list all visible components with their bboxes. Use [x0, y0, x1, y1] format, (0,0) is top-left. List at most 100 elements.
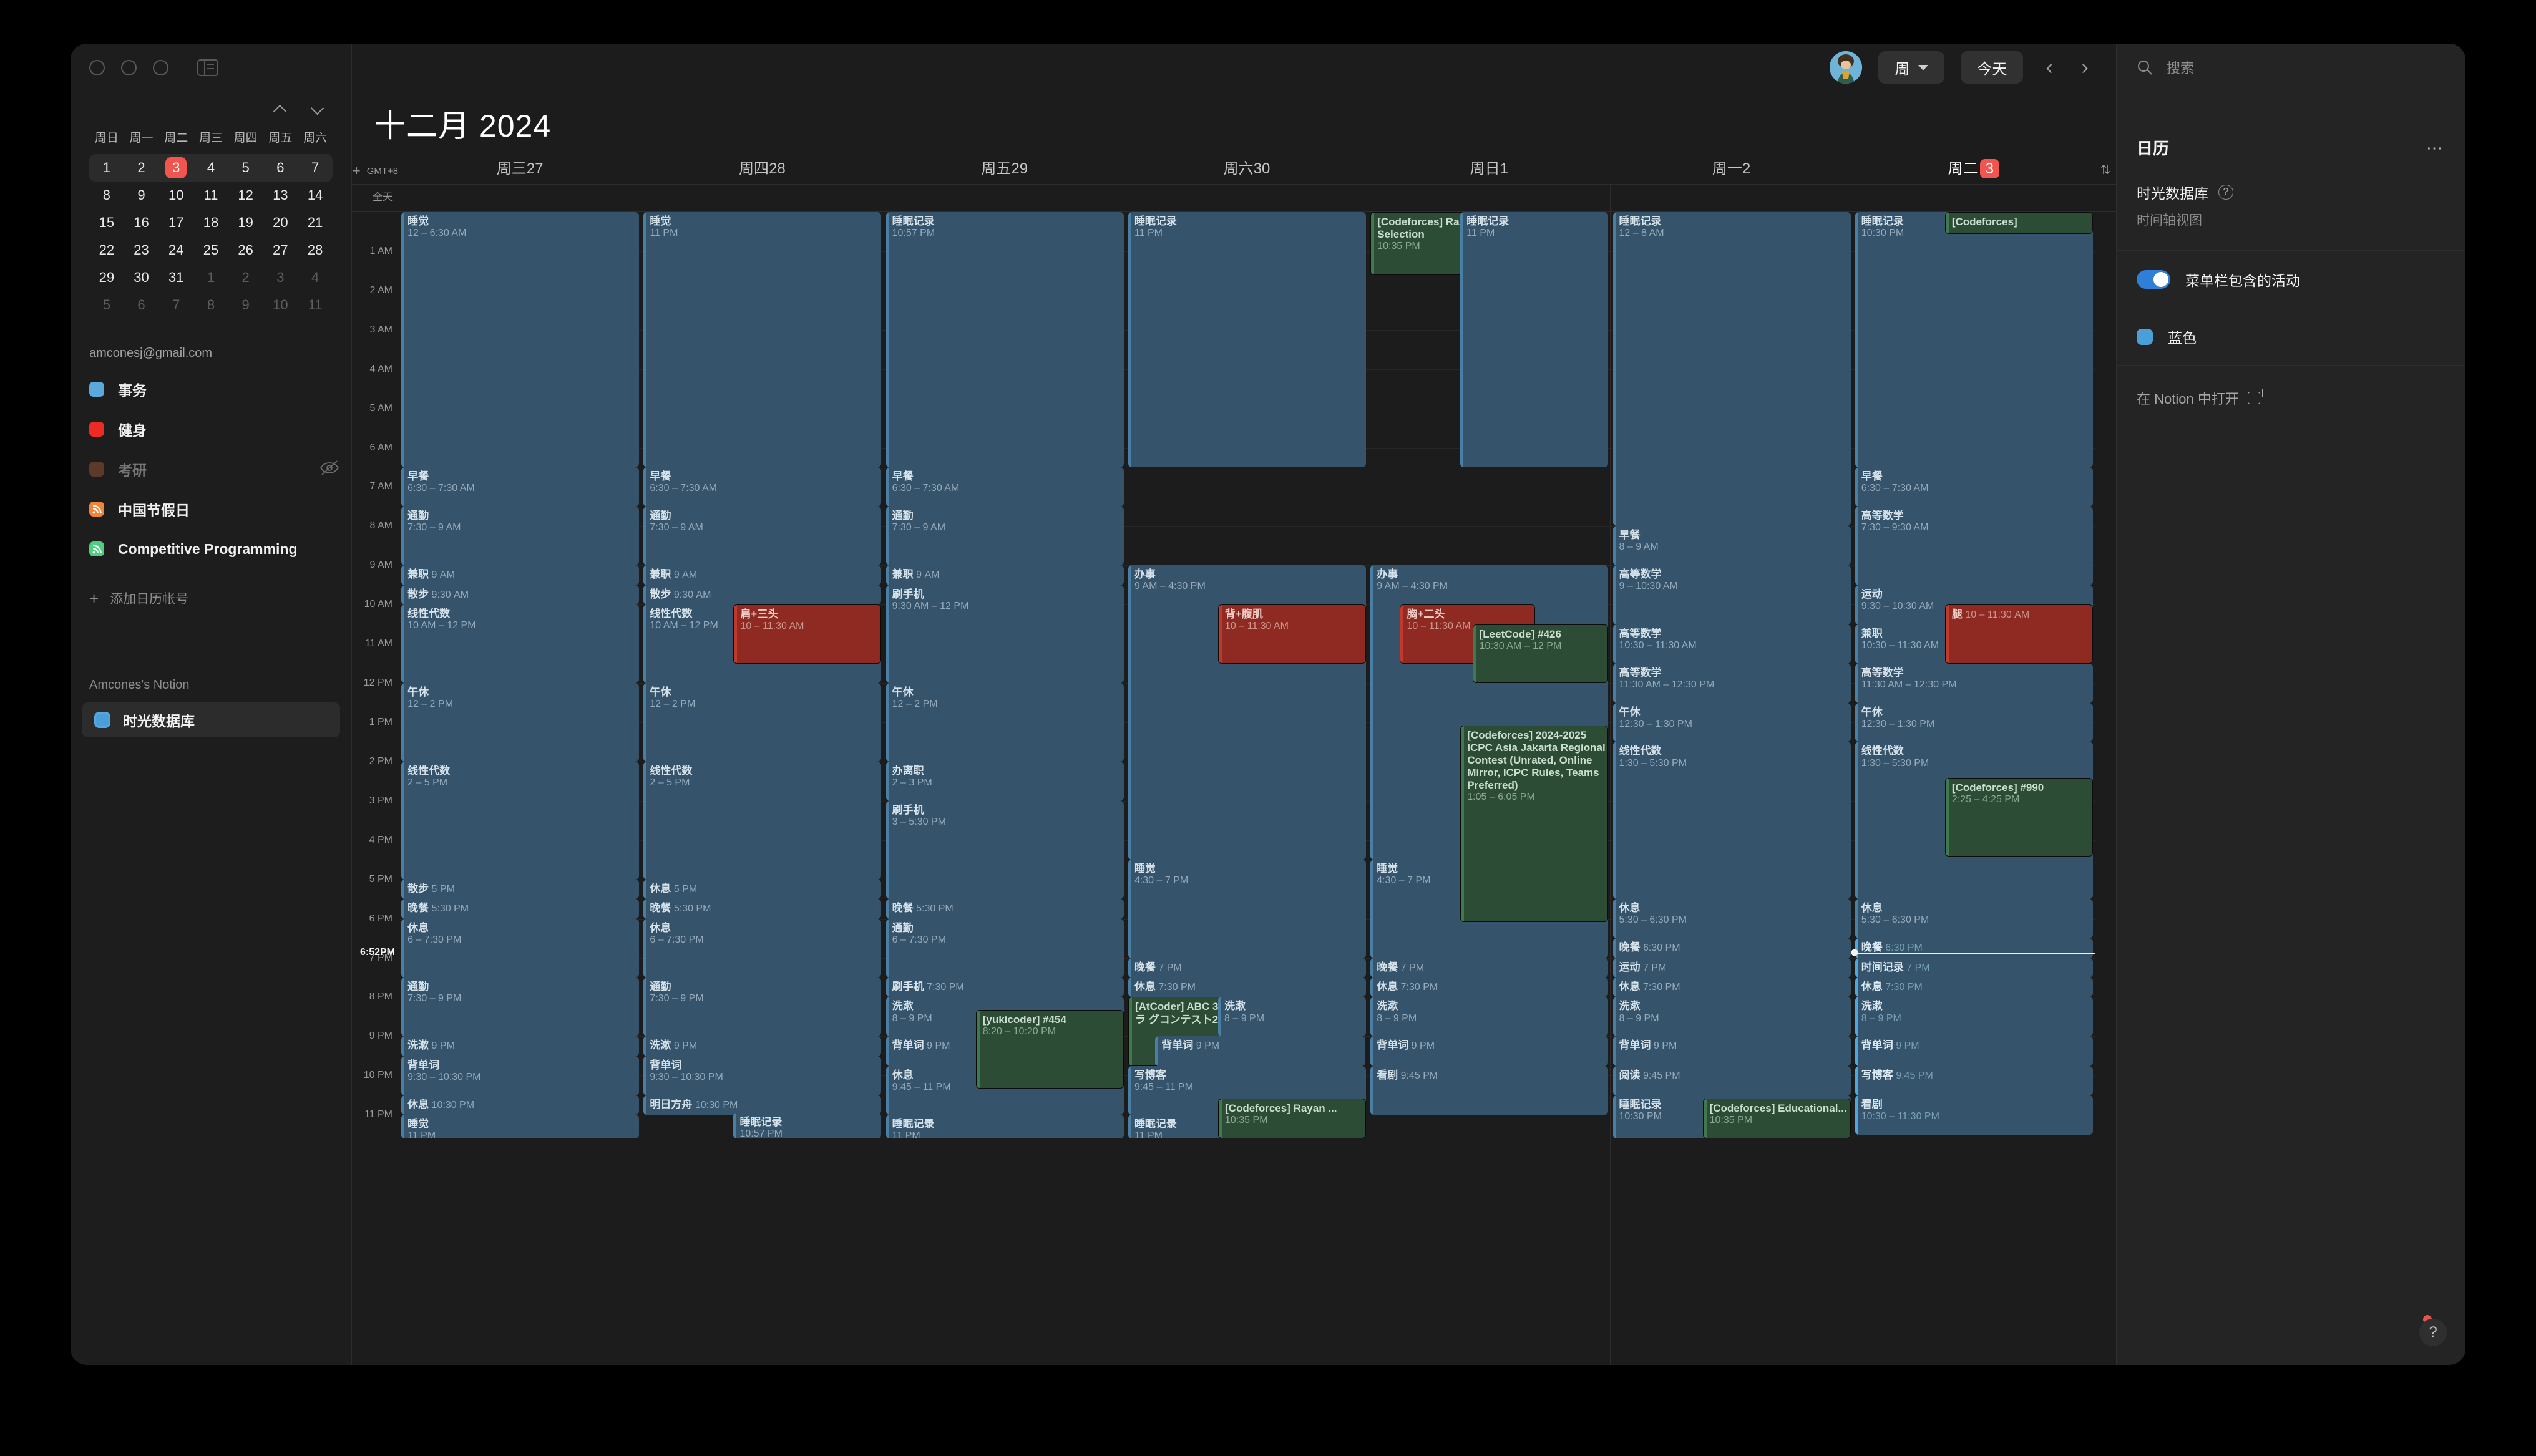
calendar-event[interactable]: 散步 9:30 AM — [643, 585, 882, 605]
calendar-event[interactable]: 休息 7:30 PM — [1128, 978, 1367, 997]
expand-icon[interactable]: ⇅ — [2095, 162, 2116, 184]
mini-cal-day[interactable]: 10 — [263, 291, 298, 319]
calendar-event[interactable]: 休息 7:30 PM — [1612, 978, 1851, 997]
avatar[interactable] — [1830, 51, 1863, 84]
all-day-cell-2[interactable] — [883, 185, 1126, 211]
mini-cal-day[interactable]: 6 — [124, 291, 159, 319]
today-button[interactable]: 今天 — [1961, 51, 2024, 84]
calendar-event[interactable]: 高等数学 11:30 AM – 12:30 PM — [1855, 663, 2093, 703]
mini-cal-day[interactable]: 6 — [263, 154, 298, 182]
mini-cal-day[interactable]: 4 — [193, 154, 228, 182]
mini-cal-day[interactable]: 24 — [158, 236, 193, 264]
day-column-4[interactable]: [Codeforces] Rayan Programming Co 2024 -… — [1368, 212, 1611, 1365]
calendar-item-2[interactable]: 考研 — [85, 449, 340, 489]
all-day-cell-5[interactable] — [1610, 185, 1852, 211]
eye-off-icon[interactable] — [319, 460, 340, 476]
view-selector[interactable]: 周 — [1878, 51, 1945, 84]
calendar-event[interactable]: 睡眠记录 10:57 PM — [733, 1113, 882, 1138]
add-calendar-account-button[interactable]: + 添加日历帐号 — [71, 569, 351, 608]
day-column-1[interactable]: 睡觉 11 PM 早餐 6:30 – 7:30 AM 通勤 7:30 – 9 AM 兼职 9… — [641, 212, 884, 1365]
calendar-event[interactable]: [Codeforces] Educational... 10:35 PM — [1702, 1098, 1851, 1138]
mini-cal-day[interactable]: 2 — [228, 264, 263, 291]
day-column-6[interactable]: 睡眠记录 10:30 PM [Codeforces] 早餐 6:30 – 7:30 AM… — [1852, 212, 2095, 1365]
calendar-event[interactable]: 背单词 9 PM — [1155, 1036, 1366, 1066]
mini-cal-day[interactable]: 17 — [158, 209, 193, 236]
calendar-event[interactable]: 通勤 7:30 – 9 PM — [401, 978, 640, 1037]
calendar-event[interactable]: 通勤 6 – 7:30 PM — [885, 918, 1124, 978]
all-day-cell-0[interactable] — [399, 185, 641, 211]
calendar-event[interactable]: 线性代数 2 – 5 PM — [643, 761, 882, 880]
calendar-event[interactable]: 休息 5:30 – 6:30 PM — [1855, 899, 2093, 939]
search-input[interactable]: 搜索 — [2117, 44, 2465, 91]
calendar-event[interactable]: 早餐 8 – 9 AM — [1612, 526, 1851, 566]
calendar-event[interactable]: 睡眠记录 11 PM — [1128, 212, 1367, 467]
mini-cal-day[interactable]: 18 — [193, 209, 228, 236]
chevron-up-icon[interactable] — [274, 104, 286, 116]
calendar-color-row[interactable]: 蓝色 — [2117, 308, 2465, 366]
mini-cal-day[interactable]: 31 — [158, 264, 193, 291]
mini-cal-day[interactable]: 9 — [124, 182, 159, 209]
mini-cal-day[interactable]: 8 — [193, 291, 228, 319]
mini-cal-day[interactable]: 21 — [298, 209, 333, 236]
calendar-event[interactable]: 晚餐 6:30 PM — [1855, 938, 2093, 958]
calendar-event[interactable]: 线性代数 10 AM – 12 PM — [401, 604, 640, 684]
calendar-event[interactable]: 晚餐 7 PM — [1370, 958, 1609, 978]
mini-cal-day[interactable]: 1 — [193, 264, 228, 291]
calendar-event[interactable]: 早餐 6:30 – 7:30 AM — [643, 467, 882, 507]
day-header-2[interactable]: 周五29 — [884, 156, 1126, 184]
mini-cal-day[interactable]: 7 — [298, 154, 333, 182]
chevron-right-icon[interactable]: › — [2075, 57, 2095, 78]
mini-cal-day[interactable]: 26 — [228, 236, 263, 264]
calendar-event[interactable]: 睡眠记录 10:57 PM — [885, 212, 1124, 467]
mini-cal-day[interactable]: 14 — [298, 182, 333, 209]
maximize-button[interactable] — [153, 59, 168, 75]
calendar-event[interactable]: 背单词 9 PM — [1612, 1036, 1851, 1066]
mini-cal-day[interactable]: 25 — [193, 236, 228, 264]
mini-cal-day[interactable]: 23 — [124, 236, 159, 264]
day-column-3[interactable]: 睡眠记录 11 PM 办事 9 AM – 4:30 PM 背+腹肌 10 – 11:30 … — [1125, 212, 1368, 1365]
menubar-events-toggle[interactable] — [2137, 269, 2170, 289]
calendar-event[interactable]: 休息 5:30 – 6:30 PM — [1612, 899, 1851, 939]
all-day-cell-4[interactable] — [1368, 185, 1610, 211]
mini-cal-day[interactable]: 11 — [193, 182, 228, 209]
calendar-event[interactable]: 线性代数 2 – 5 PM — [401, 761, 640, 880]
mini-cal-day[interactable]: 4 — [298, 264, 333, 291]
sidebar-toggle-icon[interactable] — [197, 59, 218, 76]
calendar-event[interactable]: 休息 10:30 PM — [401, 1095, 640, 1115]
chevron-left-icon[interactable]: ‹ — [2039, 57, 2059, 78]
calendar-event[interactable]: 休息 7:30 PM — [1855, 978, 2093, 997]
calendar-event[interactable]: [Codeforces] Rayan ... 10:35 PM — [1218, 1098, 1367, 1138]
calendar-event[interactable]: 晚餐 5:30 PM — [643, 899, 882, 919]
calendar-event[interactable]: 看剧 10:30 – 11:30 PM — [1855, 1095, 2093, 1135]
mini-cal-day[interactable]: 30 — [124, 264, 159, 291]
calendar-event[interactable]: 睡眠记录 12 – 8 AM — [1612, 212, 1851, 527]
calendar-event[interactable]: 睡眠记录 10:30 PM — [1855, 212, 2093, 467]
time-grid[interactable]: 1 AM 2 AM 3 AM 4 AM 5 AM 6 AM 7 AM 8 AM 9 AM 10 A… — [352, 212, 2116, 1365]
calendar-event[interactable]: 晚餐 5:30 PM — [885, 899, 1124, 919]
calendar-event[interactable]: 背+腹肌 10 – 11:30 AM — [1218, 604, 1367, 664]
day-header-4[interactable]: 周日1 — [1368, 156, 1610, 184]
calendar-event[interactable]: 午休 12:30 – 1:30 PM — [1612, 702, 1851, 742]
menubar-events-toggle-row[interactable]: 菜单栏包含的活动 — [2117, 251, 2465, 308]
calendar-event[interactable]: 阅读 9:45 PM — [1612, 1065, 1851, 1095]
calendar-event[interactable]: [Codeforces] — [1944, 212, 2093, 234]
help-button[interactable]: ? — [2419, 1319, 2447, 1346]
mini-cal-day[interactable]: 5 — [228, 154, 263, 182]
calendar-event[interactable]: 洗漱 9 PM — [401, 1036, 640, 1056]
day-column-2[interactable]: 睡眠记录 10:57 PM 早餐 6:30 – 7:30 AM 通勤 7:30 – 9 A… — [883, 212, 1126, 1365]
calendar-event[interactable]: 办离职 2 – 3 PM — [885, 761, 1124, 801]
plus-icon[interactable]: + — [353, 164, 361, 178]
calendar-event[interactable]: 休息 6 – 7:30 PM — [401, 918, 640, 978]
mini-cal-day[interactable]: 2 — [124, 154, 159, 182]
calendar-event[interactable]: 晚餐 5:30 PM — [401, 899, 640, 919]
calendar-event[interactable]: 刷手机 7:30 PM — [885, 978, 1124, 997]
mini-cal-day[interactable]: 10 — [158, 182, 193, 209]
mini-cal-day[interactable]: 3 — [158, 154, 193, 182]
mini-cal-day[interactable]: 7 — [158, 291, 193, 319]
calendar-event[interactable]: 午休 12 – 2 PM — [885, 683, 1124, 762]
calendar-event[interactable]: 明日方舟 10:30 PM — [643, 1095, 882, 1115]
all-day-cell-6[interactable] — [1852, 185, 2095, 211]
calendar-event[interactable]: 洗漱 8 – 9 PM — [1855, 997, 2093, 1037]
calendar-event[interactable]: 刷手机 3 – 5:30 PM — [885, 800, 1124, 900]
calendar-event[interactable]: 腿 10 – 11:30 AM — [1944, 604, 2093, 664]
